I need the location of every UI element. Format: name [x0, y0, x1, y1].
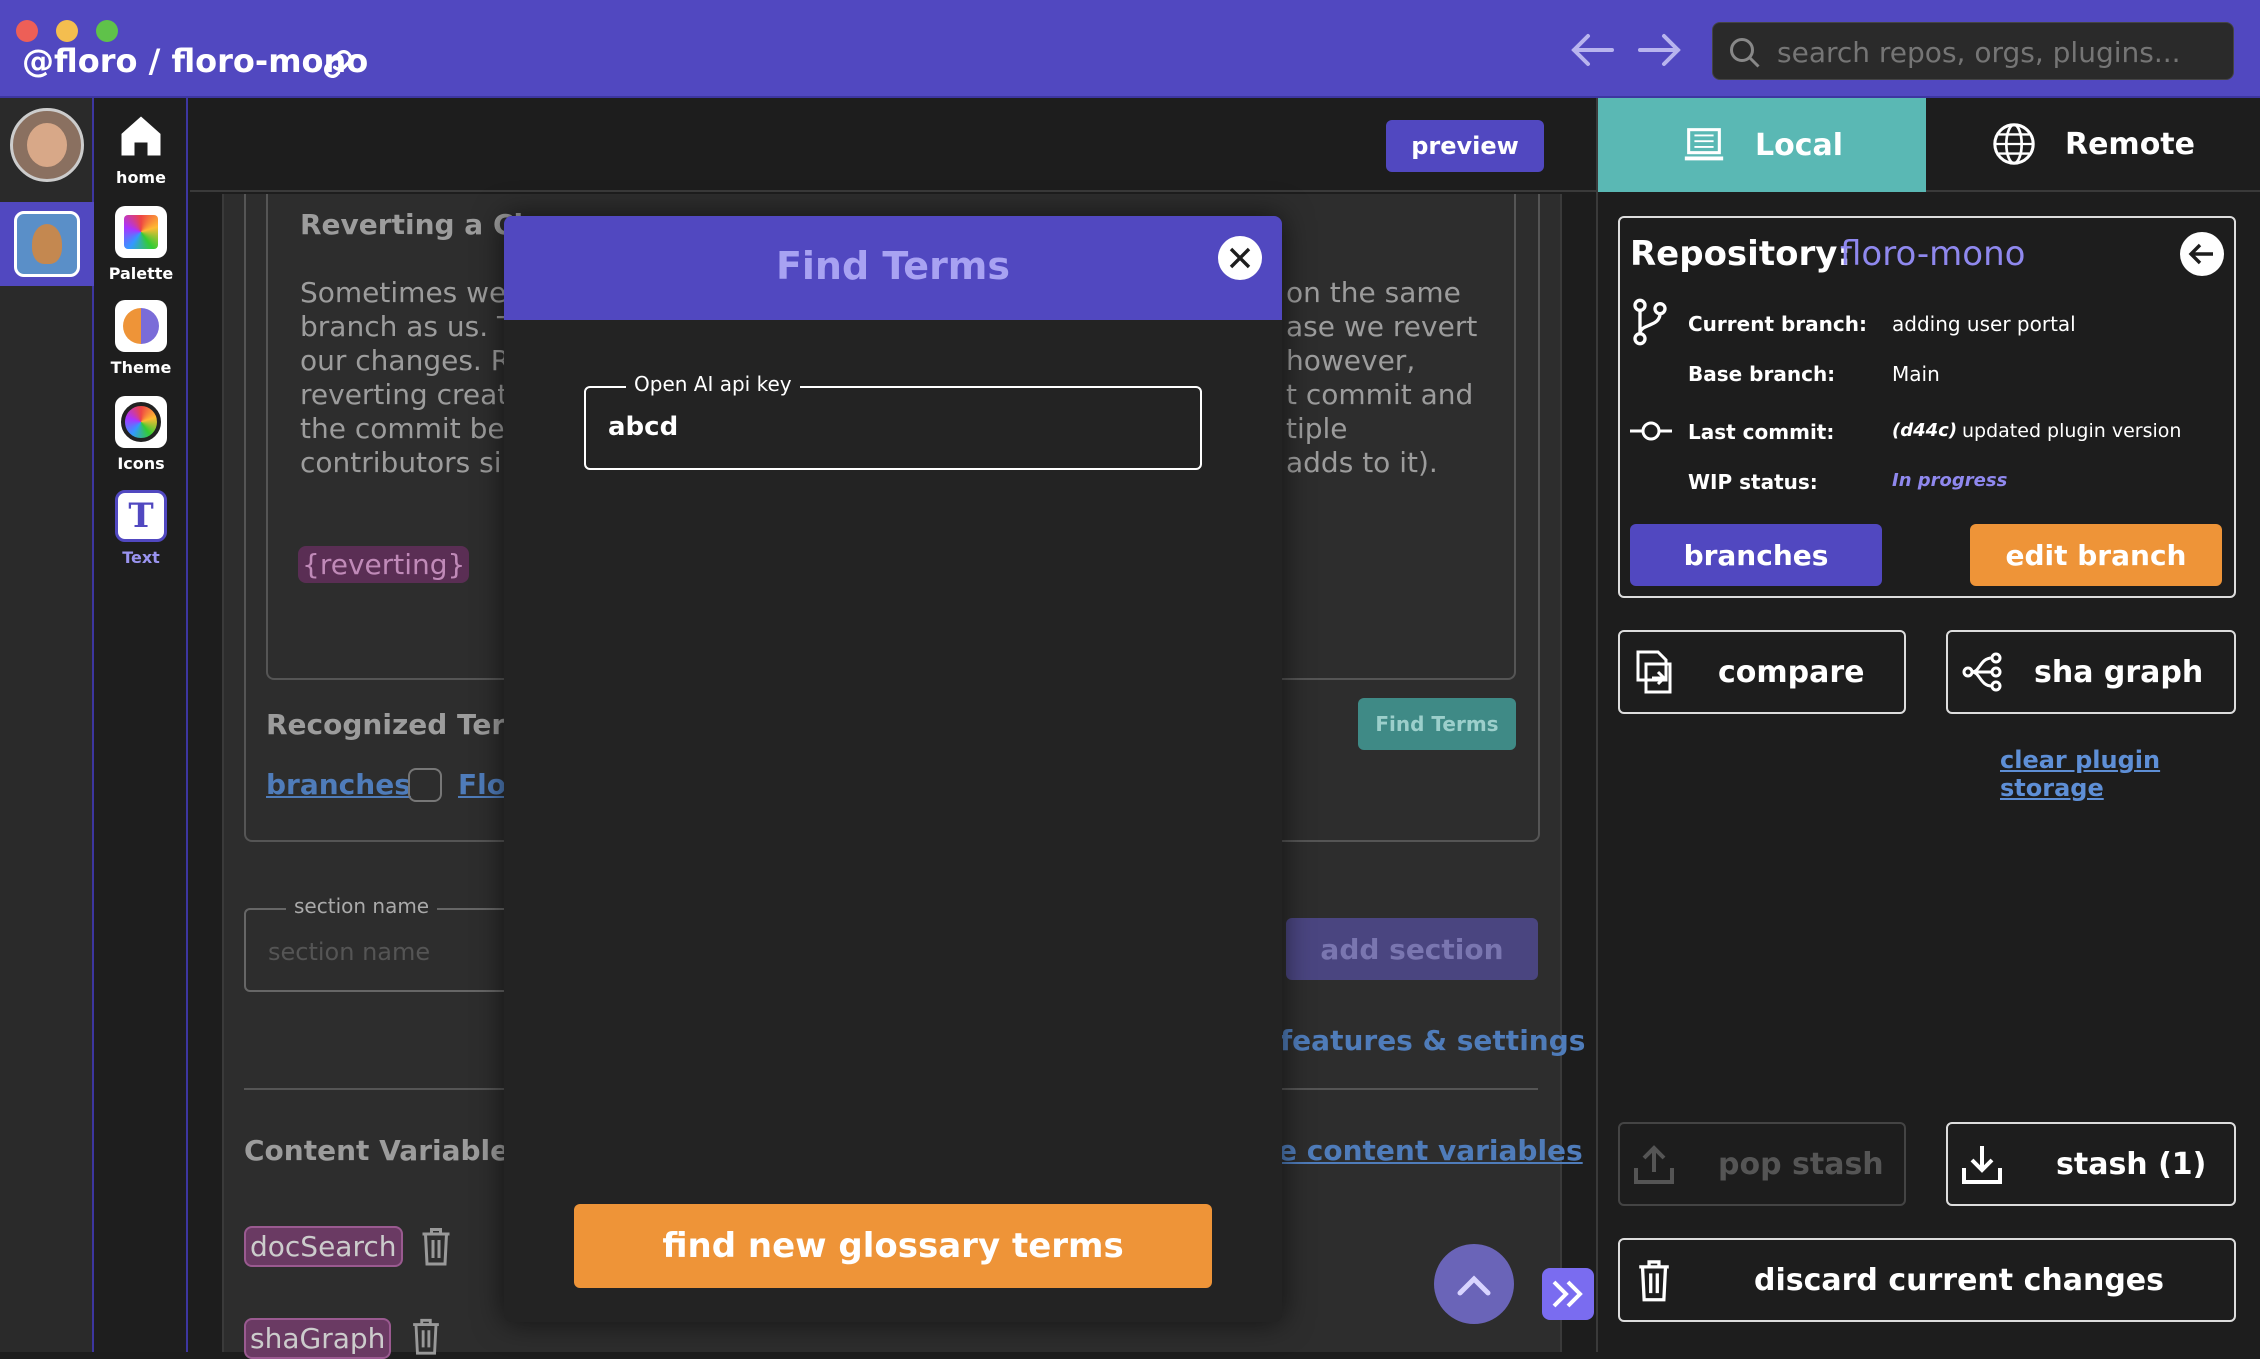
sha-graph-icon: [1962, 652, 2002, 692]
base-branch-value: Main: [1892, 362, 1940, 386]
content-variables-link[interactable]: e content variables: [1278, 1134, 1583, 1167]
base-branch-label: Base branch:: [1688, 362, 1836, 386]
preview-button[interactable]: preview: [1386, 120, 1544, 172]
api-key-input[interactable]: abcd: [608, 412, 678, 442]
pop-stash-button[interactable]: pop stash: [1618, 1122, 1906, 1206]
find-new-glossary-terms-button[interactable]: find new glossary terms: [574, 1204, 1212, 1288]
close-window-button[interactable]: [16, 20, 38, 42]
compare-icon: [1636, 650, 1672, 694]
edit-branch-button[interactable]: edit branch: [1970, 524, 2222, 586]
minimize-window-button[interactable]: [56, 20, 78, 42]
tab-local[interactable]: Local: [1598, 98, 1926, 192]
duck-logo-icon: [14, 211, 80, 277]
plugin-icons[interactable]: Icons: [94, 396, 188, 473]
term-link-branches[interactable]: branches: [266, 768, 411, 801]
plugin-label: home: [116, 168, 166, 187]
upload-icon: [1634, 1145, 1674, 1184]
trash-icon[interactable]: [418, 1224, 454, 1268]
tab-remote[interactable]: Remote: [1926, 98, 2260, 192]
commit-icon: [1630, 421, 1672, 441]
plugin-label: Theme: [110, 358, 172, 377]
link-icon[interactable]: [318, 44, 358, 84]
features-settings-link[interactable]: features & settings: [1280, 1024, 1585, 1057]
text-icon: T: [115, 490, 167, 542]
content-variables-label: Content Variables: [244, 1134, 526, 1167]
account-rail: [0, 98, 94, 1352]
reverting-tag[interactable]: {reverting}: [298, 546, 470, 583]
icons-icon: [115, 396, 167, 448]
back-circle-button[interactable]: [2180, 232, 2224, 276]
modal-title: Find Terms: [775, 244, 1011, 288]
api-key-field[interactable]: Open AI api key abcd: [584, 372, 1202, 470]
recognized-terms-label: Recognized Term: [266, 708, 535, 741]
paragraph-left: Sometimes we branch as us. Tour changes. …: [300, 276, 527, 479]
arrow-left-icon: [2188, 243, 2213, 265]
find-terms-button[interactable]: Find Terms: [1358, 698, 1516, 750]
modal-close-button[interactable]: [1218, 236, 1262, 280]
clear-plugin-storage-link[interactable]: clear plugin storage: [2000, 746, 2260, 802]
branch-icon: [1633, 298, 1667, 346]
variable-tag-docsearch[interactable]: docSearch: [244, 1226, 403, 1267]
plugin-label: Palette: [108, 264, 174, 283]
wip-status-label: WIP status:: [1688, 470, 1818, 494]
forward-arrow-icon[interactable]: [1636, 28, 1684, 72]
paragraph-right: on the same ase we revert however, t commi…: [1286, 276, 1478, 479]
globe-icon: [1993, 123, 2035, 165]
back-arrow-icon[interactable]: [1568, 28, 1616, 72]
last-commit-message: updated plugin version: [1962, 420, 2182, 442]
search-bar[interactable]: [1712, 22, 2234, 80]
branches-button[interactable]: branches: [1630, 524, 1882, 586]
section-name-label: section name: [286, 894, 438, 918]
expand-panel-button[interactable]: [1542, 1268, 1594, 1320]
section-name-placeholder: section name: [268, 938, 431, 966]
plugin-theme[interactable]: Theme: [94, 300, 188, 377]
current-branch-label: Current branch:: [1688, 312, 1867, 336]
breadcrumb[interactable]: @floro / floro-mono: [22, 42, 368, 80]
trash-icon[interactable]: [408, 1316, 444, 1356]
plugin-text[interactable]: T Text: [94, 490, 188, 567]
compare-button[interactable]: compare: [1618, 630, 1906, 714]
last-commit-sha[interactable]: (d44c): [1892, 420, 1957, 441]
download-icon: [1962, 1146, 2002, 1184]
plugin-palette[interactable]: Palette: [94, 206, 188, 283]
add-section-button[interactable]: add section: [1286, 918, 1538, 980]
double-chevron-right-icon: [1552, 1280, 1583, 1308]
theme-icon: [115, 300, 167, 352]
plugin-home[interactable]: home: [94, 110, 188, 187]
api-key-label: Open AI api key: [626, 372, 800, 396]
title-bar: @floro / floro-mono: [0, 0, 2260, 98]
palette-icon: [115, 206, 167, 258]
search-input[interactable]: [1777, 33, 2217, 71]
laptop-icon: [1684, 128, 1724, 161]
term-link-floro[interactable]: Flo: [458, 768, 506, 801]
plugin-label: Text: [122, 548, 160, 567]
sha-graph-button[interactable]: sha graph: [1946, 630, 2236, 714]
stash-button[interactable]: stash (1): [1946, 1122, 2236, 1206]
last-commit-label: Last commit:: [1688, 420, 1835, 444]
plugin-rail: [94, 98, 188, 1352]
modal-header: Find Terms: [504, 216, 1282, 320]
find-terms-modal: [504, 216, 1282, 1322]
search-icon: [1730, 38, 1760, 68]
trash-icon: [1639, 1260, 1669, 1302]
discard-changes-button[interactable]: discard current changes: [1618, 1238, 2236, 1322]
chevron-up-icon: [1457, 1275, 1491, 1296]
wip-status-value: In progress: [1892, 470, 2008, 491]
close-icon: [1229, 247, 1251, 269]
scroll-top-button[interactable]: [1434, 1244, 1514, 1324]
plugin-label: Icons: [117, 454, 165, 473]
repo-item-selected[interactable]: [0, 202, 94, 286]
repo-name[interactable]: floro-mono: [1840, 234, 2025, 274]
section-name-field[interactable]: section name section name: [244, 894, 524, 992]
section-title: Reverting a Ch: [300, 208, 534, 241]
avatar[interactable]: [10, 108, 84, 182]
home-icon: [115, 110, 167, 162]
repo-label: Repository:: [1630, 234, 1851, 274]
maximize-window-button[interactable]: [96, 20, 118, 42]
term-checkbox[interactable]: [408, 768, 442, 802]
current-branch-value: adding user portal: [1892, 312, 2076, 336]
variable-tag-shagraph[interactable]: shaGraph: [244, 1318, 392, 1359]
